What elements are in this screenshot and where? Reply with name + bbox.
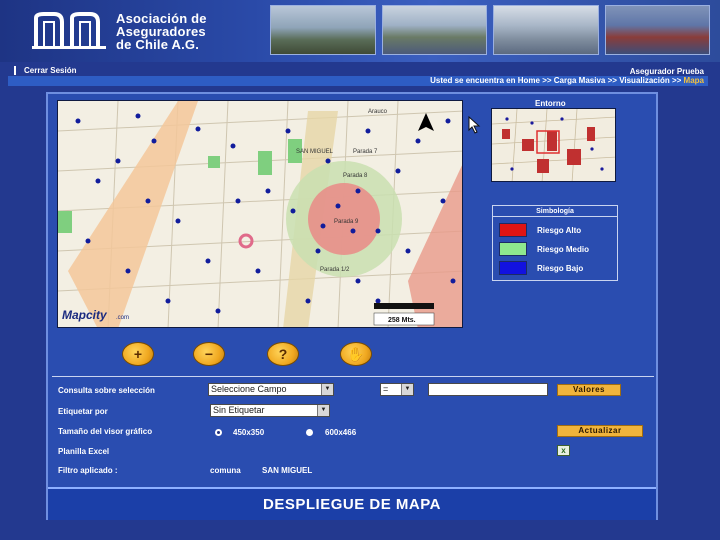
filter-value: SAN MIGUEL [262,466,313,475]
mapcity-brand: Mapcity [62,308,108,322]
risk-legend: Simbología Riesgo Alto Riesgo Medio Ries… [492,205,618,281]
map-street-label: Parada 8 [343,173,368,179]
page-title: DESPLIEGUE DE MAPA [48,487,656,520]
legend-label-low: Riesgo Bajo [537,263,584,273]
breadcrumb-mapa: Mapa [683,76,704,85]
legend-title: Simbología [493,208,617,217]
flood-photo-1 [270,5,376,55]
association-logo [32,12,106,49]
legend-swatch-low [499,261,527,275]
help-button[interactable]: ? [267,342,299,366]
zoom-out-icon: − [204,346,214,362]
values-button[interactable]: Valores [557,384,621,396]
form-divider [52,376,654,377]
breadcrumb-prefix: Usted se encuentra en [430,76,516,85]
tag-select[interactable]: Sin Etiquetar ▼ [210,404,330,417]
legend-label-high: Riesgo Alto [537,225,582,235]
map-scale-label: 258 Mts. [388,317,416,324]
viewer-size-label: Tamaño del visor gráfico [58,427,153,436]
chevron-down-icon: ▼ [321,384,333,395]
overview-canvas[interactable] [492,109,616,182]
chevron-down-icon: ▼ [317,405,329,416]
legend-swatch-high [499,223,527,237]
excel-icon[interactable]: x [557,445,570,456]
legend-item-low: Riesgo Bajo [499,260,613,276]
query-label: Consulta sobre selección [58,386,155,395]
legend-item-medium: Riesgo Medio [499,241,613,257]
breadcrumb-home[interactable]: Home [518,76,540,85]
header-banner: Asociación de Aseguradores de Chile A.G. [0,0,720,62]
size-option-600-label: 600x466 [325,428,357,437]
flood-photo-3 [493,5,599,55]
map-canvas[interactable]: Arauco Parada 8 SAN MIGUEL Parada 7 Para… [58,101,463,328]
field-select[interactable]: Seleccione Campo ▼ [208,383,334,396]
overview-title: Entorno [535,99,566,108]
tag-label: Etiquetar por [58,407,108,416]
pan-button[interactable]: ✋ [340,342,372,366]
flood-photo-4 [604,5,710,55]
field-select-value: Seleccione Campo [211,384,287,394]
overview-map[interactable] [491,108,616,182]
zoom-out-button[interactable]: − [193,342,225,366]
flood-photo-2 [381,5,487,55]
chevron-down-icon: ▼ [401,384,413,395]
tag-select-value: Sin Etiquetar [213,405,265,415]
breadcrumb: Usted se encuentra en Home >> Carga Masi… [430,76,704,85]
cursor-icon [468,116,481,134]
breadcrumb-sep: >> [671,76,682,85]
current-user: Asegurador Prueba [629,67,704,76]
filter-label: Filtro aplicado : [58,466,118,475]
zoom-in-button[interactable]: + [122,342,154,366]
organization-name: Asociación de Aseguradores de Chile A.G. [116,12,207,51]
header-photo-strip [270,5,710,55]
breadcrumb-visualizacion[interactable]: Visualización [619,76,670,85]
map-viewer[interactable]: Arauco Parada 8 SAN MIGUEL Parada 7 Para… [57,100,463,328]
breadcrumb-carga-masiva[interactable]: Carga Masiva [554,76,606,85]
legend-swatch-medium [499,242,527,256]
map-street-label: Parada 9 [334,219,359,225]
update-button[interactable]: Actualizar [557,425,643,437]
value-input[interactable] [428,383,548,396]
excel-label: Planilla Excel [58,447,110,456]
size-radio-450[interactable] [215,429,222,436]
size-option-450-label: 450x350 [233,428,265,437]
org-line-3: de Chile A.G. [116,37,200,52]
map-street-label: Parada 7 [353,149,378,155]
zoom-in-icon: + [133,346,143,362]
filter-field: comuna [210,466,241,475]
breadcrumb-sep: >> [607,76,617,85]
operator-select-value: = [383,384,389,394]
pan-hand-icon: ✋ [347,345,365,362]
mapcity-brand-suffix: .com [116,315,129,321]
help-icon: ? [278,346,288,362]
breadcrumb-sep: >> [542,76,552,85]
legend-label-medium: Riesgo Medio [537,244,590,254]
map-street-label: Parada 1/2 [320,267,350,273]
map-street-label: Arauco [368,109,388,115]
map-street-label: SAN MIGUEL [296,149,334,155]
size-radio-600[interactable] [306,429,313,436]
operator-select[interactable]: = ▼ [380,383,414,396]
logout-link[interactable]: Cerrar Sesión [14,66,76,75]
legend-item-high: Riesgo Alto [499,222,613,238]
